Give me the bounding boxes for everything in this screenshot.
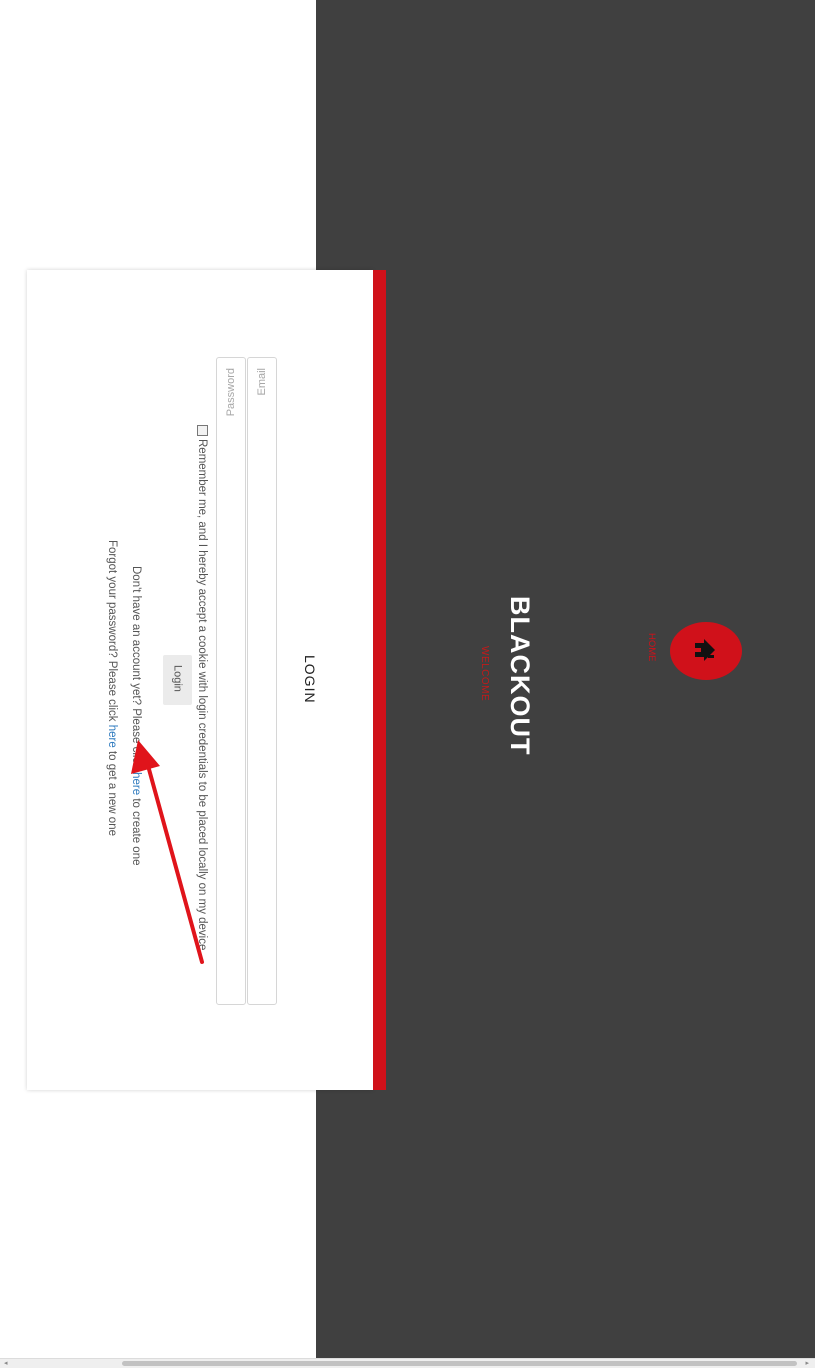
scrollbar-thumb[interactable] [122, 1361, 797, 1366]
login-title: LOGIN [302, 655, 318, 704]
house-icon [695, 639, 715, 661]
login-button-label: Login [171, 665, 184, 692]
forgot-suffix: to get a new one [106, 747, 118, 836]
brand-title: BLACKOUT [505, 596, 535, 756]
header-bar [316, 0, 815, 1358]
card-accent-band [373, 270, 386, 1090]
forgot-password-link[interactable]: here [106, 725, 118, 748]
password-placeholder: Password [225, 368, 237, 417]
annotation-arrow-icon [131, 740, 204, 964]
remember-me-checkbox[interactable] [196, 425, 208, 436]
welcome-subtitle: WELCOME [479, 646, 490, 702]
email-placeholder: Email [256, 368, 268, 396]
home-label[interactable]: HOME [646, 633, 657, 662]
password-field[interactable]: Password [216, 357, 246, 1005]
home-logo-button[interactable] [670, 622, 742, 680]
forgot-prefix: Forgot your password? Please click [106, 540, 118, 725]
forgot-password-line: Forgot your password? Please click here … [106, 540, 118, 836]
email-field[interactable]: Email [247, 357, 277, 1005]
login-button[interactable]: Login [163, 655, 192, 705]
